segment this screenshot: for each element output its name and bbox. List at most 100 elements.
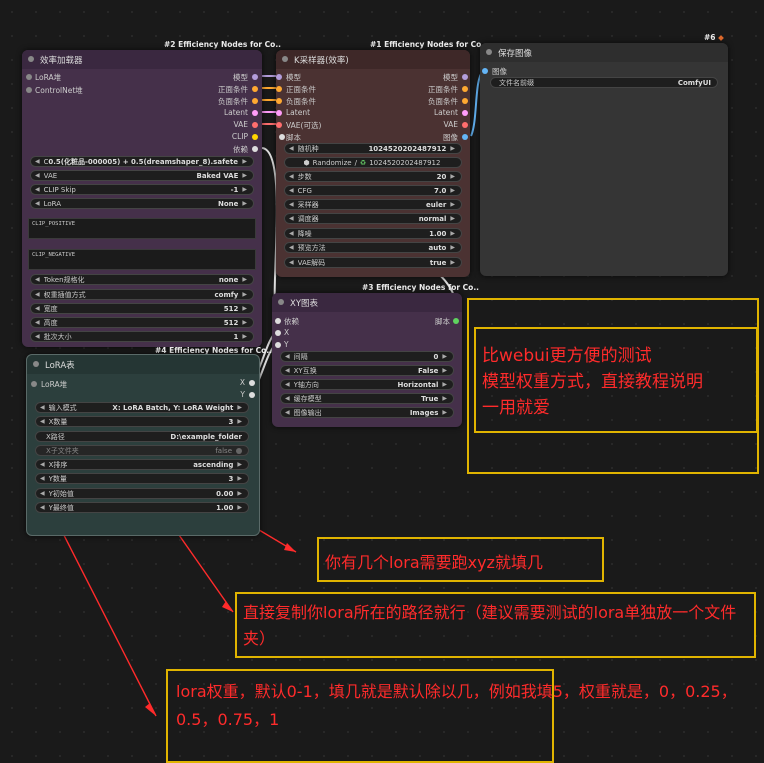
vae-name-combo[interactable]: ◀ VAE Baked VAE ▶ xyxy=(30,170,254,181)
increment-arrow-icon[interactable]: ▶ xyxy=(242,186,247,193)
output-dependencies-dot[interactable] xyxy=(252,146,258,152)
output-image-dot[interactable] xyxy=(462,134,468,140)
input-negative-dot[interactable] xyxy=(276,98,282,104)
decrement-arrow-icon[interactable]: ◀ xyxy=(40,490,45,497)
output-y-dot[interactable] xyxy=(249,392,255,398)
decrement-arrow-icon[interactable]: ◀ xyxy=(289,215,294,222)
node-title-bar[interactable]: XY图表 xyxy=(272,293,462,312)
denoise-number[interactable]: ◀ 降噪 1.00 ▶ xyxy=(284,228,462,239)
vae-decode-combo[interactable]: ◀ VAE解码 true ▶ xyxy=(284,257,462,268)
ksampler-output-image-combo[interactable]: ◀ 图像输出 Images ▶ xyxy=(280,407,454,418)
collapse-dot-icon[interactable] xyxy=(33,361,39,367)
decrement-arrow-icon[interactable]: ◀ xyxy=(35,200,40,207)
output-clip-dot[interactable] xyxy=(252,134,258,140)
token-normalization-combo[interactable]: ◀ Token规格化 none ▶ xyxy=(30,274,254,285)
output-vae-dot[interactable] xyxy=(462,122,468,128)
decrement-arrow-icon[interactable]: ◀ xyxy=(289,173,294,180)
scheduler-combo[interactable]: ◀ 调度器 normal ▶ xyxy=(284,213,462,224)
decrement-arrow-icon[interactable]: ◀ xyxy=(289,145,294,152)
decrement-arrow-icon[interactable]: ◀ xyxy=(40,418,45,425)
increment-arrow-icon[interactable]: ▶ xyxy=(242,305,247,312)
input-lora-stack-dot[interactable] xyxy=(31,381,37,387)
collapse-dot-icon[interactable] xyxy=(486,49,492,55)
increment-arrow-icon[interactable]: ▶ xyxy=(242,333,247,340)
input-images-dot[interactable] xyxy=(482,68,488,74)
decrement-arrow-icon[interactable]: ◀ xyxy=(289,201,294,208)
y-batch-count-number[interactable]: ◀ Y数量 3 ▶ xyxy=(35,473,249,484)
seed-number[interactable]: ◀ 随机种 1024520202487912 ▶ xyxy=(284,143,462,154)
output-positive-dot[interactable] xyxy=(462,86,468,92)
decrement-arrow-icon[interactable]: ◀ xyxy=(35,333,40,340)
increment-arrow-icon[interactable]: ▶ xyxy=(242,172,247,179)
decrement-arrow-icon[interactable]: ◀ xyxy=(289,187,294,194)
increment-arrow-icon[interactable]: ▶ xyxy=(242,200,247,207)
output-positive-dot[interactable] xyxy=(252,86,258,92)
increment-arrow-icon[interactable]: ▶ xyxy=(442,367,447,374)
output-latent-dot[interactable] xyxy=(462,110,468,116)
decrement-arrow-icon[interactable]: ◀ xyxy=(35,319,40,326)
clip-positive-textarea[interactable]: CLIP_POSITIVE xyxy=(28,218,256,239)
output-negative-dot[interactable] xyxy=(252,98,258,104)
decrement-arrow-icon[interactable]: ◀ xyxy=(35,305,40,312)
sampler-combo[interactable]: ◀ 采样器 euler ▶ xyxy=(284,199,462,210)
decrement-arrow-icon[interactable]: ◀ xyxy=(40,404,45,411)
output-model-dot[interactable] xyxy=(252,74,258,80)
decrement-arrow-icon[interactable]: ◀ xyxy=(35,172,40,179)
input-positive-dot[interactable] xyxy=(276,86,282,92)
decrement-arrow-icon[interactable]: ◀ xyxy=(35,186,40,193)
increment-arrow-icon[interactable]: ▶ xyxy=(242,158,247,165)
increment-arrow-icon[interactable]: ▶ xyxy=(450,187,455,194)
x-batch-sort-combo[interactable]: ◀ X排序 ascending ▶ xyxy=(35,459,249,470)
increment-arrow-icon[interactable]: ▶ xyxy=(237,418,242,425)
increment-arrow-icon[interactable]: ▶ xyxy=(242,291,247,298)
increment-arrow-icon[interactable]: ▶ xyxy=(442,395,447,402)
increment-arrow-icon[interactable]: ▶ xyxy=(450,201,455,208)
collapse-dot-icon[interactable] xyxy=(282,56,288,62)
decrement-arrow-icon[interactable]: ◀ xyxy=(40,461,45,468)
efficient-loader-node[interactable]: 效率加载器 LoRA堆 ControlNet堆 模型 正面条件 负面条件 Lat… xyxy=(22,50,262,347)
xy-flip-combo[interactable]: ◀ XY互换 False ▶ xyxy=(280,365,454,376)
decrement-arrow-icon[interactable]: ◀ xyxy=(285,367,290,374)
decrement-arrow-icon[interactable]: ◀ xyxy=(40,504,45,511)
ksampler-node[interactable]: K采样器(效率) 模型 正面条件 负面条件 Latent VAE(可选) 脚本 … xyxy=(276,50,470,277)
y-last-value-number[interactable]: ◀ Y最终值 1.00 ▶ xyxy=(35,502,249,513)
increment-arrow-icon[interactable]: ▶ xyxy=(450,145,455,152)
output-script-dot[interactable] xyxy=(453,318,459,324)
ckpt-name-combo[interactable]: ◀CKP0.5(化粧品-000005) + 0.5(dreamshaper_8)… xyxy=(30,156,254,167)
increment-arrow-icon[interactable]: ▶ xyxy=(442,409,447,416)
node-title-bar[interactable]: LoRA表 xyxy=(27,355,259,374)
input-controlnet-stack-dot[interactable] xyxy=(26,87,32,93)
decrement-arrow-icon[interactable]: ◀ xyxy=(285,381,290,388)
increment-arrow-icon[interactable]: ▶ xyxy=(237,461,242,468)
steps-number[interactable]: ◀ 步数 20 ▶ xyxy=(284,171,462,182)
grid-spacing-number[interactable]: ◀ 间隔 0 ▶ xyxy=(280,351,454,362)
x-batch-path-input[interactable]: X路径 D:\example_folder xyxy=(35,431,249,442)
output-vae-dot[interactable] xyxy=(252,122,258,128)
decrement-arrow-icon[interactable]: ◀ xyxy=(285,353,290,360)
decrement-arrow-icon[interactable]: ◀ xyxy=(40,475,45,482)
increment-arrow-icon[interactable]: ▶ xyxy=(242,319,247,326)
increment-arrow-icon[interactable]: ▶ xyxy=(450,259,455,266)
input-lora-stack-dot[interactable] xyxy=(26,74,32,80)
preview-method-combo[interactable]: ◀ 预览方法 auto ▶ xyxy=(284,242,462,253)
increment-arrow-icon[interactable]: ▶ xyxy=(237,475,242,482)
batch-size-number[interactable]: ◀ 批次大小 1 ▶ xyxy=(30,331,254,342)
output-latent-dot[interactable] xyxy=(252,110,258,116)
y-label-orientation-combo[interactable]: ◀ Y轴方向 Horizontal ▶ xyxy=(280,379,454,390)
input-latent-dot[interactable] xyxy=(276,110,282,116)
decrement-arrow-icon[interactable]: ◀ xyxy=(285,409,290,416)
input-script-dot[interactable] xyxy=(279,134,285,140)
clip-negative-textarea[interactable]: CLIP_NEGATIVE xyxy=(28,249,256,270)
save-image-node[interactable]: 保存图像 图像 文件名前缀 ComfyUI xyxy=(480,43,728,276)
decrement-arrow-icon[interactable]: ◀ xyxy=(289,230,294,237)
increment-arrow-icon[interactable]: ▶ xyxy=(237,404,242,411)
clip-skip-number[interactable]: ◀ CLIP Skip -1 ▶ xyxy=(30,184,254,195)
x-subdirectories-toggle[interactable]: X子文件夹 false xyxy=(35,445,249,456)
increment-arrow-icon[interactable]: ▶ xyxy=(242,276,247,283)
lora-plot-node[interactable]: LoRA表 LoRA堆 X Y ◀ 输入模式 X: LoRA Batch, Y: L… xyxy=(26,354,260,536)
width-number[interactable]: ◀ 宽度 512 ▶ xyxy=(30,303,254,314)
lora-name-combo[interactable]: ◀ LoRA None ▶ xyxy=(30,198,254,209)
input-model-dot[interactable] xyxy=(276,74,282,80)
cfg-number[interactable]: ◀ CFG 7.0 ▶ xyxy=(284,185,462,196)
xy-plot-node[interactable]: XY图表 依赖 X Y 脚本 ◀ 间隔 0 ▶ ◀ XY互换 False ▶ ◀ Y轴方向 Ho… xyxy=(272,293,462,427)
